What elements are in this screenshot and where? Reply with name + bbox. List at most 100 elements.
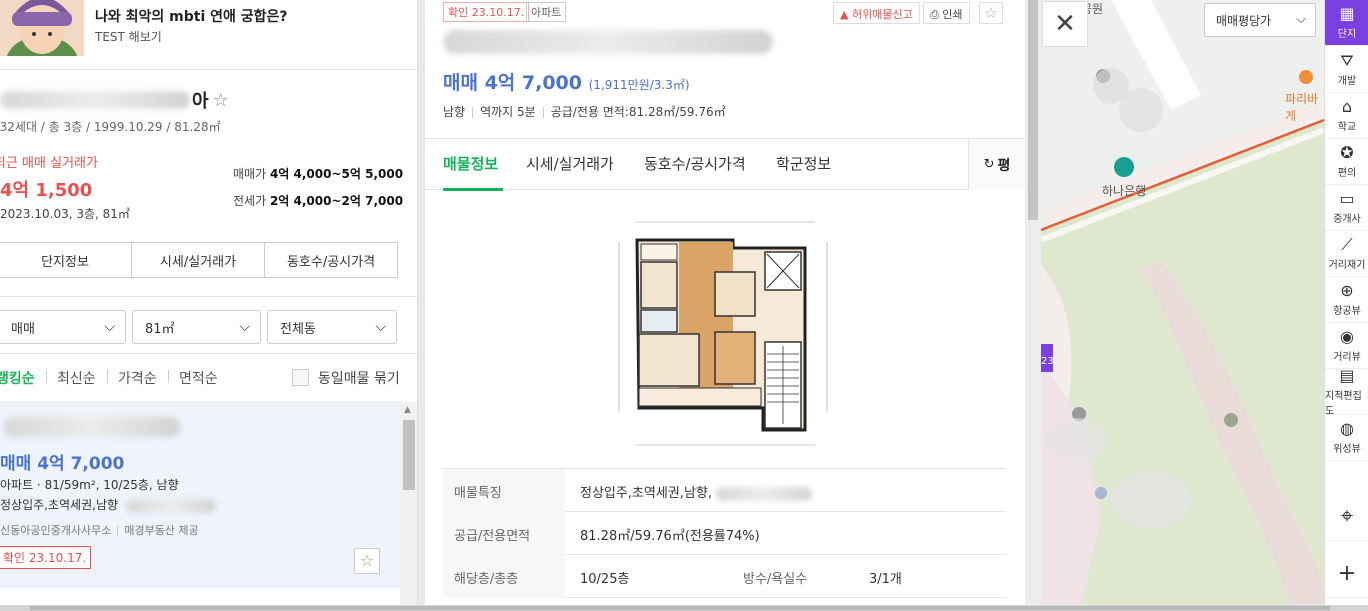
map-view[interactable]: 공원 하나은행 파리바게 23 ✕ 매매평당가 ⌵ (1041, 0, 1324, 605)
detail-value-text: 정상입주,초역세권,남향, (580, 486, 712, 501)
scroll-up-arrow-icon[interactable]: ▲ (404, 405, 411, 415)
listing-title-redacted (4, 417, 180, 437)
chevron-down-icon: ⌵ (375, 319, 386, 335)
tab-school-district[interactable]: 학군정보 (776, 153, 831, 174)
tool-aerial-view-button[interactable]: ⊕ 항공뷰 (1325, 277, 1368, 323)
detail-confirm-badge: 확인 23.10.17. (443, 2, 530, 22)
complex-name-tail: 아 (192, 91, 209, 112)
sort-options: 랭킹순 최신순 가격순 면적순 동일매물 묶기 (0, 368, 410, 388)
map-label-bakery[interactable]: 파리바게 (1285, 90, 1324, 124)
tool-development-button[interactable]: ⛛ 개발 (1325, 47, 1368, 93)
tool-agent-button[interactable]: ▭ 중개사 (1325, 185, 1368, 231)
complex-name: 아 ☆ (0, 88, 230, 112)
scrollbar-thumb[interactable] (403, 420, 415, 490)
tab-unit-price[interactable]: 동호수/공시가격 (265, 243, 397, 277)
tool-label: 위성뷰 (1333, 444, 1361, 455)
app-window: 나와 최악의 mbti 연애 궁합은? TEST 해보기 아 ☆ 332세대 /… (0, 0, 1368, 611)
tool-convenience-button[interactable]: ✪ 편의 (1325, 139, 1368, 185)
tool-zoom-in-button[interactable]: + (1325, 552, 1368, 598)
group-same-listings-checkbox[interactable] (292, 369, 309, 386)
tab-market-trades[interactable]: 시세/실거래가 (526, 153, 614, 174)
tab-complex-info[interactable]: 단지정보 (0, 243, 132, 277)
dong-value: 전체동 (280, 321, 316, 337)
locate-icon: ⌖ (1340, 503, 1354, 529)
map-canvas (1041, 0, 1324, 605)
deal-type-select[interactable]: 매매 ⌵ (0, 310, 126, 344)
ruler-icon: ⟋ (1341, 235, 1353, 254)
unit-toggle-button[interactable]: ↻ 평 (968, 139, 1025, 190)
detail-key: 공급/전용면적 (443, 512, 565, 555)
listing-card[interactable]: 매매 4억 7,000 아파트 · 81/59m², 10/25층, 남향 정상… (0, 402, 400, 588)
cadastral-icon: ▤ (1339, 365, 1355, 385)
complex-tabbar: 단지정보 시세/실거래가 동호수/공시가격 (0, 242, 398, 278)
jeonse-price-range: 전세가 2억 4,000~2억 7,000 (233, 192, 403, 209)
close-icon: ✕ (1054, 9, 1076, 39)
map-marker-label[interactable]: 23 (1041, 356, 1054, 367)
tool-ruler-button[interactable]: ⟋ 거리재기 (1325, 231, 1368, 277)
chevron-down-icon: ⌵ (239, 319, 250, 335)
tool-label: 거리재기 (1328, 260, 1366, 271)
tool-cadastral-button[interactable]: ▤ 지적편집도 (1325, 365, 1368, 417)
station-distance: 역까지 5분 (480, 105, 536, 119)
tool-locate-button[interactable]: ⌖ (1325, 495, 1368, 541)
convenience-icon: ✪ (1340, 143, 1354, 162)
school-icon: ⌂ (1341, 97, 1353, 116)
tool-satellite-button[interactable]: ◍ 위성뷰 (1325, 415, 1368, 461)
listing-agent: 신동아공인중개사사무소 매경부동산 제공 (0, 522, 199, 538)
map-price-mode-select[interactable]: 매매평당가 ⌵ (1204, 3, 1316, 37)
report-label: 허위매물신고 (851, 8, 913, 21)
listing-favorite-star-icon[interactable]: ☆ (354, 548, 380, 574)
tab-listing-info[interactable]: 매물정보 (443, 153, 498, 174)
horizontal-scrollbar[interactable] (0, 605, 1368, 611)
development-icon: ⛛ (1340, 51, 1354, 70)
unit-toggle-label: 평 (997, 157, 1011, 174)
scrollbar-thumb[interactable] (30, 606, 1330, 610)
map-price-mode-value: 매매평당가 (1216, 13, 1272, 28)
detail-favorite-star-icon[interactable]: ☆ (979, 2, 1003, 24)
ad-title: 나와 최악의 mbti 연애 궁합은? (95, 9, 288, 25)
tool-label: 지적편집도 (1325, 390, 1362, 417)
scrollbar-thumb[interactable] (1028, 0, 1038, 220)
tool-label: 거리뷰 (1333, 352, 1361, 363)
agent-name[interactable]: 신동아공인중개사사무소 (0, 524, 111, 537)
recent-trade-date: 2023.10.03, 3층, 81㎡ (0, 207, 130, 221)
area-select[interactable]: 81㎡ ⌵ (132, 310, 261, 344)
sort-latest[interactable]: 최신순 (57, 368, 96, 388)
tool-complex-button[interactable]: ▦ 단지 (1325, 0, 1368, 46)
detail-key: 방수/욕실수 (743, 572, 808, 587)
report-false-listing-button[interactable]: ▲ 허위매물신고 (833, 2, 920, 24)
group-same-listings-label: 동일매물 묶기 (318, 371, 400, 387)
detail-scrollbar[interactable] (1025, 0, 1041, 605)
tool-label: 개발 (1337, 76, 1357, 87)
jeonse-price-label: 전세가 (233, 194, 267, 208)
chevron-down-icon: ⌵ (1296, 12, 1306, 27)
detail-row: 해당층/총층 10/25층 방수/욕실수 3/1개 (443, 555, 1006, 598)
tool-street-view-button[interactable]: ◉ 거리뷰 (1325, 323, 1368, 369)
close-map-button[interactable]: ✕ (1042, 1, 1088, 47)
tool-school-button[interactable]: ⌂ 학교 (1325, 93, 1368, 139)
recent-trade-price: 4억 1,500 (0, 180, 93, 201)
listing-confirm-badge: 확인 23.10.17. (0, 546, 92, 569)
dong-select[interactable]: 전체동 ⌵ (267, 310, 397, 344)
tab-unit-official-price[interactable]: 동호수/공시가격 (644, 153, 746, 174)
detail-value-redacted (716, 486, 813, 501)
filter-bar: 매매 ⌵ 81㎡ ⌵ 전체동 ⌵ (0, 296, 417, 354)
floor-plan-image[interactable] (615, 212, 835, 457)
sort-ranking[interactable]: 랭킹순 (0, 368, 35, 388)
favorite-star-icon[interactable]: ☆ (213, 90, 229, 111)
ad-banner[interactable]: 나와 최악의 mbti 연애 궁합은? TEST 해보기 (0, 0, 417, 70)
print-button[interactable]: ⎙ 인쇄 (923, 2, 970, 24)
area-summary: 공급/전용 면적:81.28㎡/59.76㎡ (550, 105, 726, 119)
sort-price[interactable]: 가격순 (118, 368, 157, 388)
siren-icon: ▲ (840, 8, 852, 21)
detail-value: 정상입주,초역세권,남향, (580, 482, 813, 501)
listing-scrollbar[interactable]: ▲ (400, 402, 417, 605)
jeonse-price-value: 2억 4,000~2억 7,000 (269, 194, 404, 208)
sort-area[interactable]: 면적순 (179, 368, 218, 388)
refresh-icon: ↻ (983, 157, 995, 172)
tab-market-price[interactable]: 시세/실거래가 (132, 243, 265, 277)
complex-icon: ▦ (1339, 4, 1355, 23)
complex-name-redacted (0, 91, 190, 109)
agent-icon: ▭ (1339, 189, 1355, 208)
map-label-bank[interactable]: 하나은행 (1102, 182, 1146, 199)
